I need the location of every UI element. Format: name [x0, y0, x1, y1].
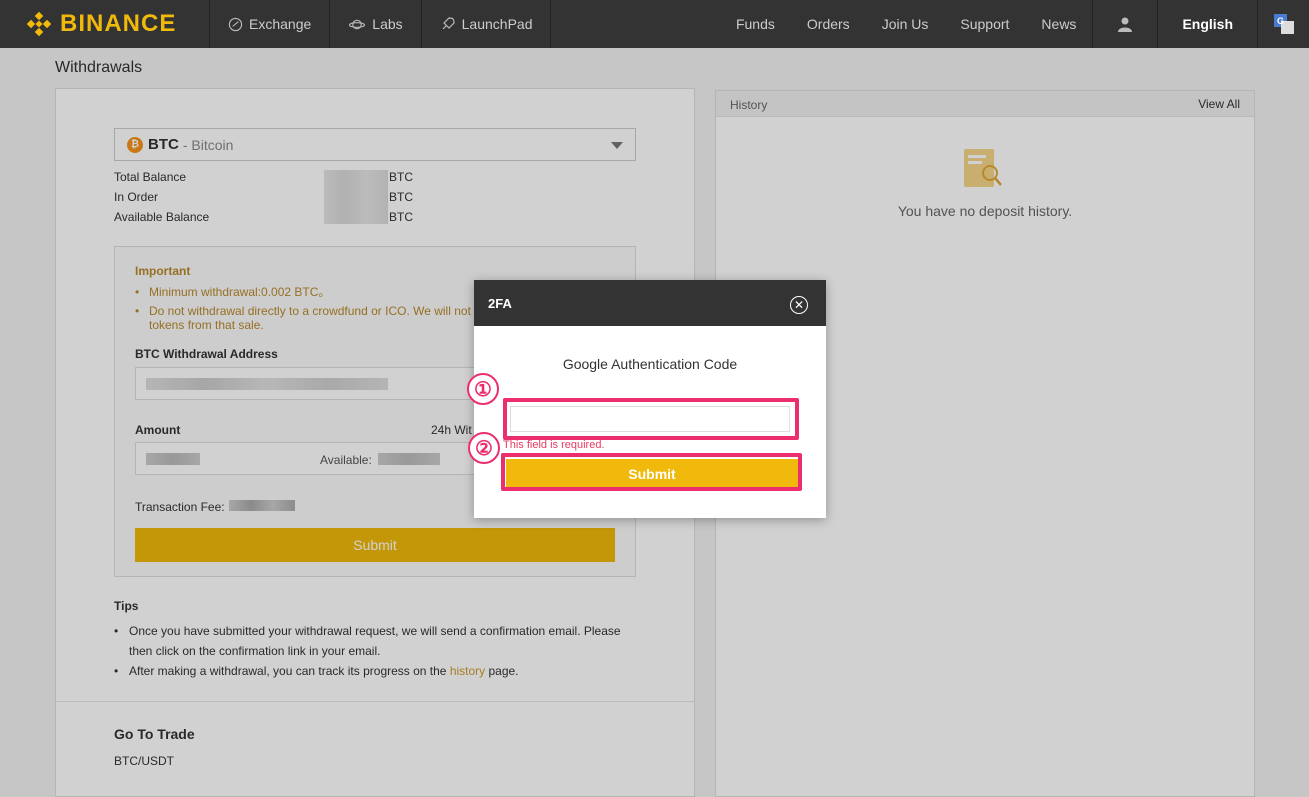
highlight-code-input	[503, 398, 799, 440]
nav-support[interactable]: Support	[944, 0, 1025, 48]
highlight-submit	[501, 453, 802, 491]
nav-item-labs-label: Labs	[372, 16, 403, 32]
rocket-icon	[440, 16, 456, 32]
nav-item-exchange[interactable]: Exchange	[210, 0, 331, 48]
binance-logo-icon	[26, 11, 52, 37]
planet-icon	[348, 17, 366, 32]
error-message: This field is required.	[503, 439, 605, 451]
account-menu[interactable]	[1092, 0, 1157, 48]
close-icon[interactable]: ✕	[790, 296, 808, 314]
exchange-icon	[228, 17, 243, 32]
svg-text:G: G	[1277, 16, 1284, 26]
google-auth-label: Google Authentication Code	[562, 356, 738, 372]
nav-item-launchpad[interactable]: LaunchPad	[422, 0, 552, 48]
nav-funds[interactable]: Funds	[720, 0, 791, 48]
brand-logo[interactable]: BINANCE	[0, 0, 210, 48]
nav-item-launchpad-label: LaunchPad	[461, 16, 533, 32]
brand-name: BINANCE	[60, 10, 177, 37]
user-icon	[1118, 17, 1133, 32]
step-marker-2: ②	[468, 432, 500, 464]
nav-item-labs[interactable]: Labs	[330, 0, 422, 48]
modal-header: 2FA ✕	[474, 280, 826, 326]
google-translate-button[interactable]: G	[1257, 0, 1309, 48]
nav-item-exchange-label: Exchange	[249, 16, 312, 32]
top-nav: BINANCE Exchange Labs LaunchPad Funds Or…	[0, 0, 1309, 48]
modal-title: 2FA	[488, 296, 512, 311]
nav-join-us[interactable]: Join Us	[866, 0, 945, 48]
nav-orders[interactable]: Orders	[791, 0, 866, 48]
step-marker-1: ①	[467, 373, 499, 405]
language-select[interactable]: English	[1157, 0, 1257, 48]
nav-news[interactable]: News	[1025, 0, 1092, 48]
translate-icon: G	[1273, 14, 1294, 34]
